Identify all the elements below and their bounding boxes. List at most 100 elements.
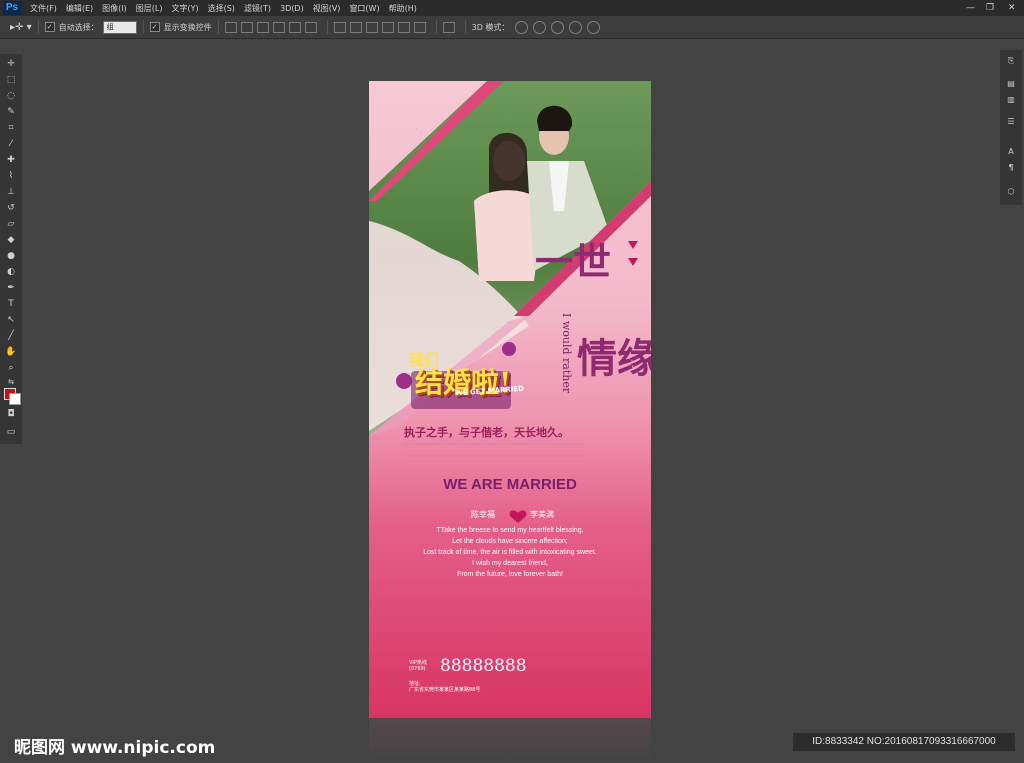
3d-panel-icon[interactable]: ⬡: [1005, 186, 1017, 198]
tools-panel: ✛ ⬚ ◌ ✎ ⌗ ⁄ ✚ ⌇ ⊥ ↺ ▱ ◆ ● ◐ ✒ T ↖ ╱ ✋ ⌕ …: [0, 54, 22, 444]
address: 广东省东莞市某某区某某路88号: [409, 687, 481, 693]
photoshop-logo: Ps: [3, 1, 21, 15]
show-transform-label: 显示变换控件: [163, 22, 212, 32]
menu-3d[interactable]: 3D(D): [280, 4, 304, 13]
triangle-decoration: [628, 258, 638, 266]
canvas-reflection: [369, 718, 651, 763]
menu-view[interactable]: 视图(V): [313, 3, 341, 14]
phone-code: (0769): [409, 666, 426, 672]
faint-line: 爱你一生一世 牵手到白头 永远在一起 携手共度 幸福美满: [403, 440, 555, 447]
married-title: WE ARE MARRIED: [443, 476, 577, 493]
auto-align-icon[interactable]: [442, 21, 455, 33]
vertical-title-2: 情缘: [577, 335, 651, 382]
screen-mode-icon[interactable]: ▭: [4, 426, 18, 439]
healing-brush-tool-icon[interactable]: ✚: [4, 154, 18, 167]
marquee-tool-icon[interactable]: ⬚: [4, 74, 18, 87]
path-select-tool-icon[interactable]: ↖: [4, 314, 18, 327]
distribute-bottom-icon[interactable]: [365, 21, 378, 33]
minimize-icon[interactable]: —: [966, 2, 975, 14]
distribute-right-icon[interactable]: [413, 21, 426, 33]
options-bar: ▸✛ ▾ ✓ 自动选择： 组 ✓ 显示变换控件 3D 模式：: [0, 16, 1024, 39]
groom-name: 陈幸福: [471, 510, 495, 519]
align-bottom-icon[interactable]: [256, 21, 269, 33]
paint-bucket-tool-icon[interactable]: ◆: [4, 234, 18, 247]
menu-file[interactable]: 文件(F): [30, 3, 57, 14]
auto-select-dropdown[interactable]: 组: [102, 20, 137, 34]
menu-filter[interactable]: 滤镜(T): [244, 3, 271, 14]
3d-mode-label: 3D 模式：: [471, 22, 510, 32]
distribute-left-icon[interactable]: [381, 21, 394, 33]
properties-panel-icon[interactable]: ▤: [1005, 78, 1017, 90]
paragraph-panel-icon[interactable]: ¶: [1005, 162, 1017, 174]
menu-edit[interactable]: 编辑(E): [66, 3, 93, 14]
poem-line: Let the clouds have sincere affection;: [452, 538, 568, 545]
menu-type[interactable]: 文字(Y): [171, 3, 198, 14]
distribute-top-icon[interactable]: [333, 21, 346, 33]
divider: [142, 20, 144, 34]
dodge-tool-icon[interactable]: ◐: [4, 266, 18, 279]
auto-select-checkbox[interactable]: ✓: [44, 22, 55, 32]
quick-mask-icon[interactable]: ◘: [4, 408, 18, 421]
restore-icon[interactable]: ❐: [986, 2, 994, 14]
quick-select-tool-icon[interactable]: ✎: [4, 106, 18, 119]
bride-name: 李美满: [530, 510, 554, 519]
vertical-title-1: 一世: [535, 239, 612, 284]
divider: [464, 20, 466, 34]
heart-ornament: [396, 373, 412, 389]
divider: [435, 20, 437, 34]
align-middle-icon[interactable]: [240, 21, 253, 33]
hand-tool-icon[interactable]: ✋: [4, 346, 18, 359]
pen-tool-icon[interactable]: ✒: [4, 282, 18, 295]
poem-line: I wish my dearest friend,: [472, 560, 548, 567]
history-brush-tool-icon[interactable]: ↺: [4, 202, 18, 215]
crop-tool-icon[interactable]: ⌗: [4, 122, 18, 135]
background-color-swatch[interactable]: [9, 393, 21, 405]
divider: [217, 20, 219, 34]
move-tool-preset-icon[interactable]: ▸✛ ▾: [10, 22, 32, 33]
phone-label: VIP热线: [409, 660, 427, 666]
lasso-tool-icon[interactable]: ◌: [4, 90, 18, 103]
menu-layer[interactable]: 图层(L): [136, 3, 163, 14]
align-center-icon[interactable]: [288, 21, 301, 33]
menu-help[interactable]: 帮助(H): [389, 3, 417, 14]
distribute-middle-icon[interactable]: [349, 21, 362, 33]
heart-icon: [509, 510, 527, 523]
3d-slide-icon[interactable]: [569, 20, 583, 34]
menu-window[interactable]: 窗口(W): [349, 3, 379, 14]
vertical-en: I would rather: [560, 313, 573, 394]
phone-number: 88888888: [440, 656, 527, 676]
3d-drag-icon[interactable]: [551, 20, 565, 34]
canvas-document[interactable]: 我们 结婚啦! WE GET MARRIED 一世 情缘 I would rat…: [369, 81, 651, 718]
divider: [326, 20, 328, 34]
zoom-tool-icon[interactable]: ⌕: [4, 362, 18, 375]
heart-ornament: [502, 342, 516, 356]
watermark-id: ID:8833342 NO:20160817093316667000: [793, 733, 1015, 751]
menu-image[interactable]: 图像(I): [102, 3, 127, 14]
blur-tool-icon[interactable]: ●: [4, 250, 18, 263]
menu-bar: Ps 文件(F) 编辑(E) 图像(I) 图层(L) 文字(Y) 选择(S) 滤…: [0, 0, 1024, 16]
character-panel-icon[interactable]: A: [1005, 146, 1017, 158]
3d-roll-icon[interactable]: [533, 20, 547, 34]
3d-scale-icon[interactable]: [587, 20, 601, 34]
show-transform-checkbox[interactable]: ✓: [149, 22, 160, 32]
eraser-tool-icon[interactable]: ▱: [4, 218, 18, 231]
line-tool-icon[interactable]: ╱: [4, 330, 18, 343]
menu-select[interactable]: 选择(S): [208, 3, 235, 14]
poem-line: From the future, love forever bath!: [457, 571, 563, 578]
watermark-logo: 昵图网 www.nipic.com: [14, 738, 216, 758]
3d-rotate-icon[interactable]: [515, 20, 529, 34]
clone-stamp-tool-icon[interactable]: ⊥: [4, 186, 18, 199]
brush-tool-icon[interactable]: ⌇: [4, 170, 18, 183]
distribute-center-icon[interactable]: [397, 21, 410, 33]
right-panel-dock: ⎘ ▤ ▥ ☰ A ¶ ⬡: [1000, 50, 1022, 205]
eyedropper-tool-icon[interactable]: ⁄: [4, 138, 18, 151]
history-panel-icon[interactable]: ⎘: [1005, 55, 1017, 67]
adjustments-panel-icon[interactable]: ☰: [1005, 116, 1017, 128]
type-tool-icon[interactable]: T: [4, 298, 18, 311]
align-right-icon[interactable]: [304, 21, 317, 33]
align-top-icon[interactable]: [224, 21, 237, 33]
move-tool-icon[interactable]: ✛: [4, 58, 18, 71]
align-left-icon[interactable]: [272, 21, 285, 33]
layers-panel-icon[interactable]: ▥: [1005, 94, 1017, 106]
close-icon[interactable]: ✕: [1008, 2, 1016, 14]
